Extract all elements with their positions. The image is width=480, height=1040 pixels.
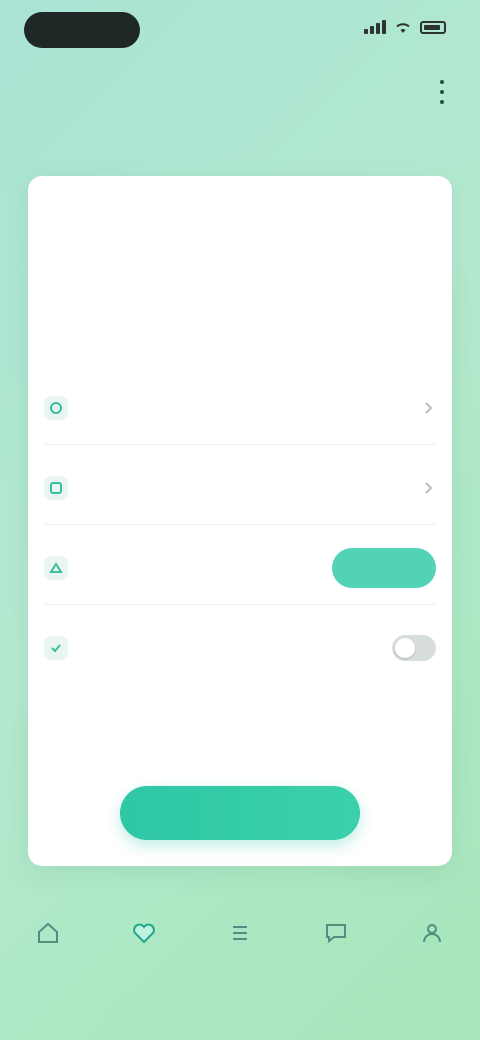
row-3-action-button[interactable] xyxy=(332,548,436,588)
chat-icon xyxy=(326,924,346,944)
row-divider xyxy=(44,604,436,605)
more-options-icon[interactable] xyxy=(430,80,454,104)
nav-item-5[interactable] xyxy=(396,920,468,952)
setting-row-1[interactable] xyxy=(44,380,436,436)
nav-item-4[interactable] xyxy=(300,920,372,952)
chevron-right-icon xyxy=(425,482,433,494)
row-2-icon xyxy=(44,476,68,500)
status-bar xyxy=(0,0,480,64)
setting-row-3 xyxy=(44,540,436,596)
status-time-pill xyxy=(24,12,140,48)
wifi-icon xyxy=(396,23,410,33)
setting-row-2[interactable] xyxy=(44,460,436,516)
row-divider xyxy=(44,524,436,525)
signal-icon xyxy=(364,20,386,34)
row-3-icon xyxy=(44,556,68,580)
row-4-icon xyxy=(44,636,68,660)
home-icon xyxy=(38,922,58,943)
user-icon xyxy=(423,924,441,943)
primary-action-button[interactable] xyxy=(120,786,360,840)
settings-card xyxy=(28,176,452,866)
heart-icon xyxy=(133,923,155,944)
sub-header-row xyxy=(40,140,440,164)
bottom-navigation xyxy=(0,920,480,1010)
nav-item-3[interactable] xyxy=(204,920,276,952)
row-divider xyxy=(44,444,436,445)
status-icons xyxy=(364,20,446,34)
nav-item-1[interactable] xyxy=(12,920,84,952)
row-1-icon xyxy=(44,396,68,420)
list-icon xyxy=(233,926,247,940)
row-4-toggle[interactable] xyxy=(392,635,436,661)
nav-item-2[interactable] xyxy=(108,920,180,952)
battery-icon xyxy=(420,20,446,34)
page-header xyxy=(0,64,480,120)
chevron-right-icon xyxy=(425,402,433,414)
setting-row-4 xyxy=(44,620,436,676)
